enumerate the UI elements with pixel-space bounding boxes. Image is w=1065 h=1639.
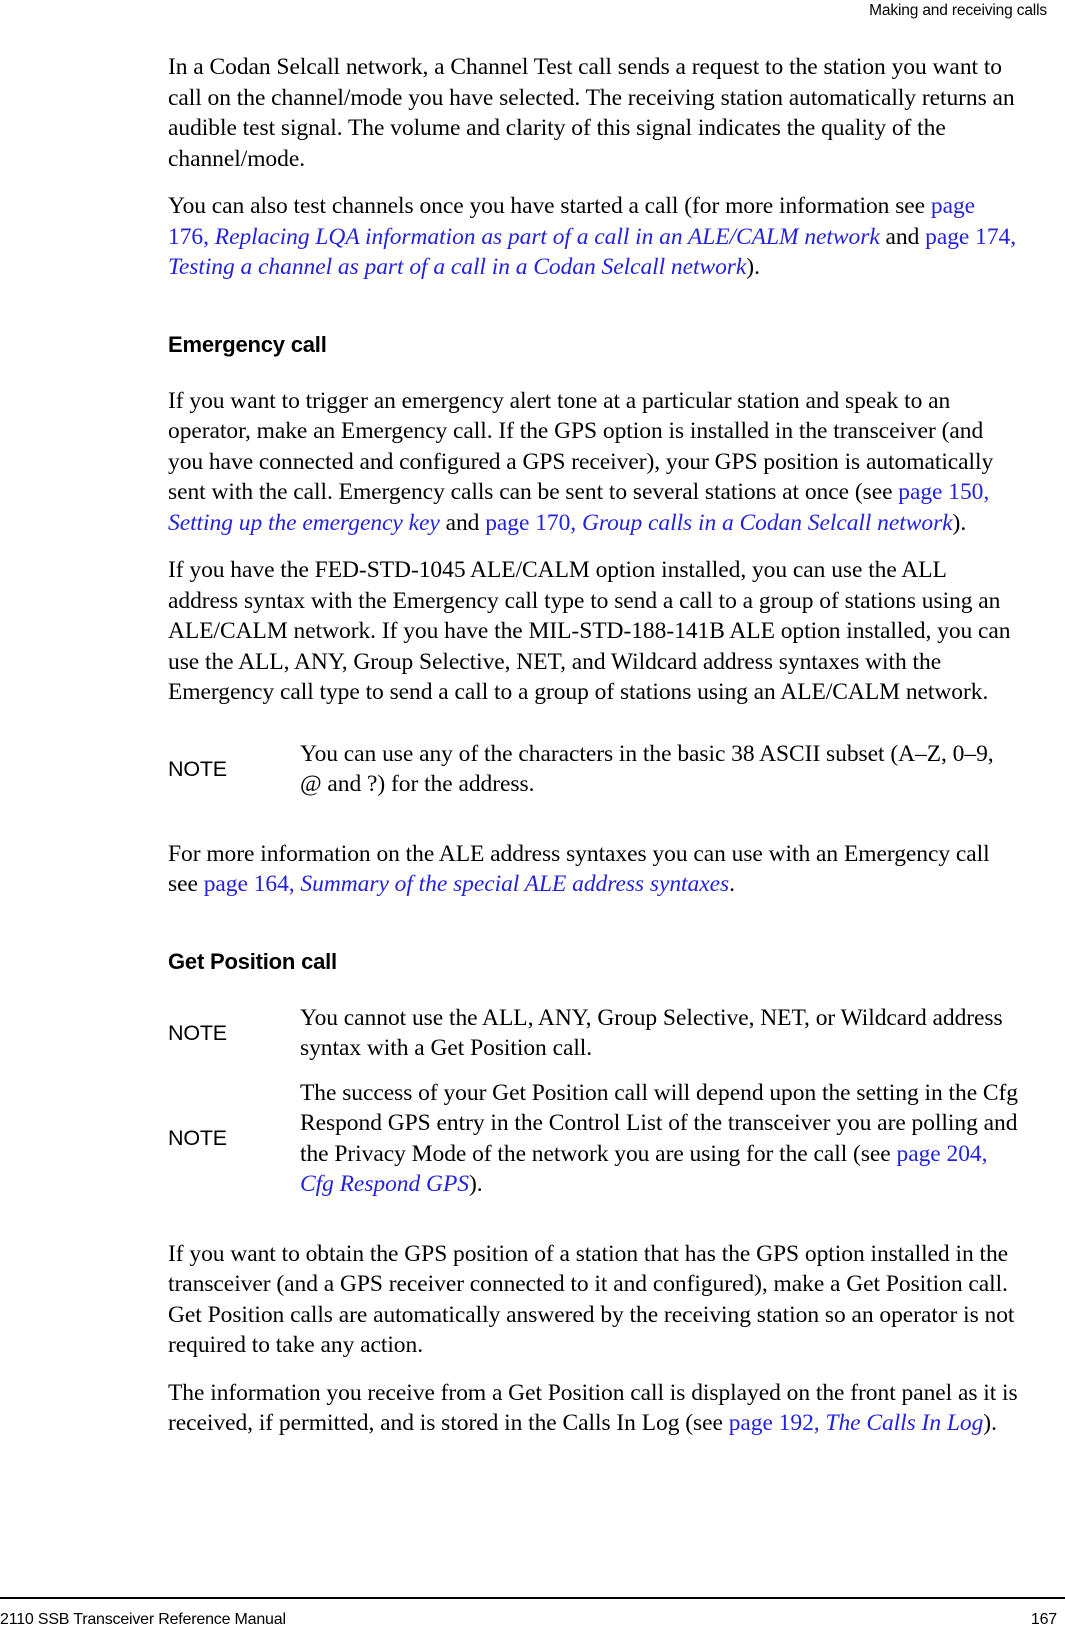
heading-get-position-call: Get Position call — [168, 948, 337, 974]
page-footer: 2110 SSB Transceiver Reference Manual 16… — [0, 1605, 1057, 1635]
xref-page-170[interactable]: page 170, — [485, 510, 576, 536]
xref-title-testing-a-channel[interactable]: Testing a channel as part of a call in a… — [168, 254, 746, 280]
footer-page-number: 167 — [1030, 1611, 1057, 1628]
text-run: . — [729, 871, 735, 897]
xref-page-204[interactable]: page 204, — [897, 1141, 988, 1167]
xref-title-setting-up-emergency-key[interactable]: Setting up the emergency key — [168, 510, 440, 536]
page-content: In a Codan Selcall network, a Channel Te… — [168, 52, 1020, 1456]
xref-page-174[interactable]: page 174, — [925, 224, 1016, 250]
xref-title-group-calls-codan-selcall[interactable]: Group calls in a Codan Selcall network — [576, 510, 953, 536]
text-run: You can also test channels once you have… — [168, 193, 931, 219]
xref-page-164[interactable]: page 164, — [204, 871, 295, 897]
note-label: NOTE — [168, 756, 227, 781]
note-body: The success of your Get Position call wi… — [300, 1078, 1020, 1200]
xref-page-150[interactable]: page 150, — [898, 479, 989, 505]
paragraph-get-position-overview: If you want to obtain the GPS position o… — [168, 1240, 1015, 1359]
footer-divider — [0, 1597, 1065, 1599]
note-get-position-address-syntax: NOTE You cannot use the ALL, ANY, Group … — [168, 1003, 1020, 1064]
note-label: NOTE — [168, 1126, 227, 1151]
note-emergency-ascii-subset: NOTE You can use any of the characters i… — [168, 739, 1020, 800]
paragraph-emergency-more-information: For more information on the ALE address … — [168, 839, 1020, 900]
paragraph-channel-test-xrefs: You can also test channels once you have… — [168, 191, 1020, 283]
text-run: ). — [746, 254, 760, 280]
text-run: ). — [983, 1410, 997, 1436]
paragraph-get-position-calls-in-log: The information you receive from a Get P… — [168, 1378, 1020, 1439]
note-label: NOTE — [168, 1020, 227, 1045]
xref-title-replacing-lqa-information[interactable]: Replacing LQA information as part of a c… — [209, 224, 880, 250]
xref-title-summary-special-ale-address-syntaxes[interactable]: Summary of the special ALE address synta… — [295, 871, 729, 897]
paragraph-emergency-ale-address-syntaxes: If you have the FED-STD-1045 ALE/CALM op… — [168, 557, 1011, 705]
text-run: If you want to trigger an emergency aler… — [168, 387, 994, 506]
paragraph-channel-test-intro: In a Codan Selcall network, a Channel Te… — [168, 54, 1015, 172]
xref-title-the-calls-in-log[interactable]: The Calls In Log — [820, 1410, 983, 1436]
running-header: Making and receiving calls — [869, 2, 1047, 19]
xref-page-192[interactable]: page 192, — [729, 1410, 820, 1436]
note-body: You can use any of the characters in the… — [300, 740, 994, 798]
footer-manual-title: 2110 SSB Transceiver Reference Manual — [0, 1611, 286, 1628]
text-run: ). — [468, 1171, 483, 1197]
manual-page: Making and receiving calls In a Codan Se… — [0, 0, 1065, 1639]
note-body: You cannot use the ALL, ANY, Group Selec… — [300, 1004, 1003, 1062]
heading-emergency-call: Emergency call — [168, 331, 327, 357]
note-get-position-cfg-respond-gps: NOTE The success of your Get Position ca… — [168, 1078, 1020, 1200]
text-run: and — [439, 509, 486, 536]
xref-title-cfg-respond-gps[interactable]: Cfg Respond GPS — [300, 1171, 469, 1197]
text-run: ). — [952, 509, 967, 536]
paragraph-emergency-call-intro: If you want to trigger an emergency aler… — [168, 386, 1020, 539]
text-run: and — [879, 223, 926, 250]
